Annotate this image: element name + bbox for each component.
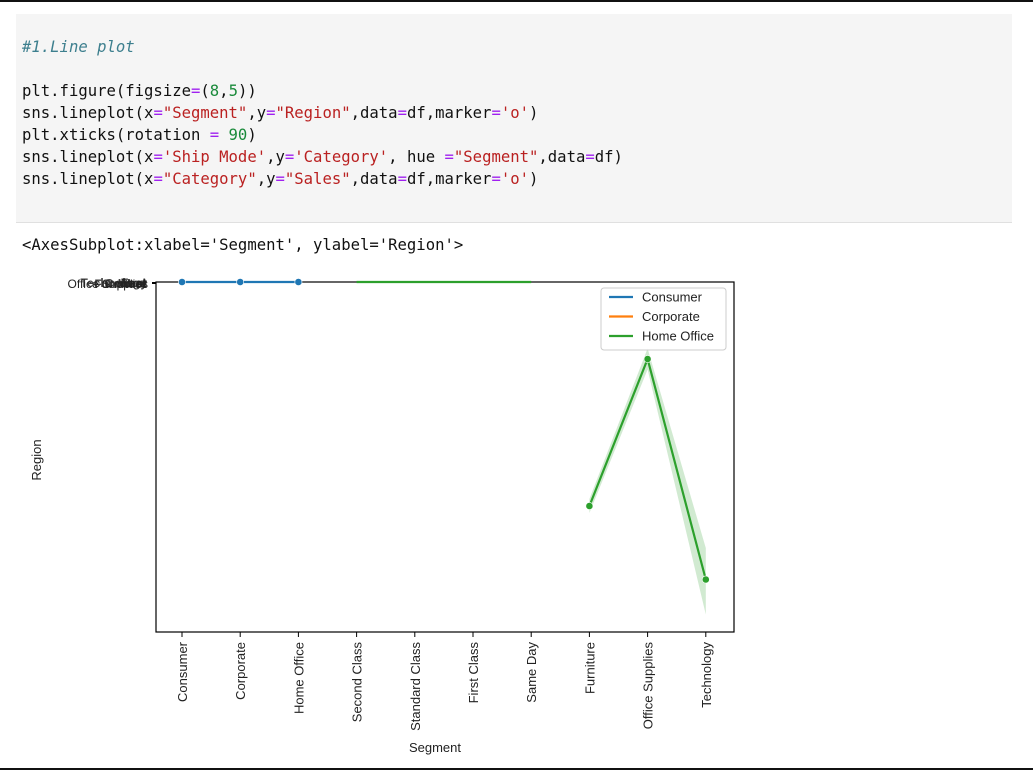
code-token: ) [247,126,257,144]
code-token: 'Category' [294,148,389,166]
code-token: 'Ship Mode' [162,148,267,166]
legend-label: Home Office [642,329,714,344]
code-token: ,y [256,170,276,188]
y-tick-label-overlap: West [119,277,147,291]
line-plot: Consumer Corporate Home Office Second Class… [29,276,735,755]
x-tick-label: Corporate [233,642,248,700]
series-point [643,355,652,363]
code-token: ( [200,82,210,100]
series-point [294,278,303,286]
code-token: ,y [266,148,285,166]
code-token: , hue [388,148,445,166]
code-token: ,data [350,104,398,122]
code-token: plt.figure(figsize [22,82,191,100]
code-token: #1.Line plot [22,38,135,56]
code-token: = [153,104,163,122]
x-tick-label: First Class [466,642,481,704]
code-cell[interactable]: #1.Line plot plt.figure(figsize=(8,5)) sns… [16,14,1012,223]
series-point [701,575,710,584]
code-token: sns.lineplot(x [22,170,154,188]
code-token: = [585,148,595,166]
code-token: "Segment" [453,148,539,166]
code-token: 'o' [500,170,530,188]
code-token: 5 [228,82,238,100]
x-tick-label: Standard Class [408,642,423,731]
top-border [0,0,1033,2]
series-point [236,278,245,286]
code-line: sns.lineplot(x="Segment",y="Region",data… [22,102,623,124]
code-line: #1.Line plot [22,36,623,58]
code-token: = [284,148,295,166]
cell-output-text: <AxesSubplot:xlabel='Segment', ylabel='R… [22,236,464,254]
x-axis-label: Segment [409,740,461,755]
code-token: , [219,82,229,100]
x-tick-label: Furniture [582,642,597,694]
y-axis-label: Region [29,439,44,480]
code-token: df,marker [406,170,492,188]
code-token: ,data [350,170,398,188]
code-token: "Sales" [284,170,351,188]
code-token: = [209,126,220,144]
code-line: plt.figure(figsize=(8,5)) [22,80,623,102]
code-token: plt.xticks(rotation [22,126,210,144]
x-tick-label: Second Class [350,642,365,723]
code-token: = [491,170,501,188]
confidence-band [589,348,706,615]
code-token: = [275,170,285,188]
code-token: df) [594,148,623,166]
code-line: plt.xticks(rotation = 90) [22,124,623,146]
code-token: 90 [228,126,248,144]
code-token: 8 [209,82,220,100]
code-token: "Segment" [162,104,248,122]
x-tick-label: Office Supplies [641,642,656,730]
legend-label: Consumer [642,290,703,305]
code-token: = [491,104,501,122]
x-tick-label: Home Office [291,642,306,714]
code-token: sns.lineplot(x [22,104,154,122]
code-token: ) [529,170,539,188]
code-token: df,marker [406,104,492,122]
bottom-border [0,768,1033,770]
code-token: = [191,82,201,100]
code-token: "Category" [162,170,257,188]
code-token: )) [237,82,257,100]
code-token: = [153,170,163,188]
code-token: = [153,148,163,166]
code-token: sns.lineplot(x [22,148,154,166]
x-tick-label: Technology [699,642,714,708]
code-token: = [397,104,407,122]
x-tick-label: Consumer [175,641,190,702]
legend-label: Corporate [642,309,700,324]
code-input[interactable]: #1.Line plot plt.figure(figsize=(8,5)) sns… [22,36,623,190]
code-token: = [397,170,407,188]
code-line: sns.lineplot(x="Category",y="Sales",data… [22,168,623,190]
series-point [585,502,594,510]
code-line: sns.lineplot(x='Ship Mode',y='Category',… [22,146,623,168]
code-token: 'o' [500,104,530,122]
series-point [178,278,186,286]
code-token: "Region" [275,104,351,122]
code-token: ,y [247,104,267,122]
code-token: ,data [538,148,586,166]
x-tick-label: Same Day [524,642,539,703]
code-token: ) [529,104,539,122]
code-token: = [444,148,454,166]
code-token: = [266,104,276,122]
